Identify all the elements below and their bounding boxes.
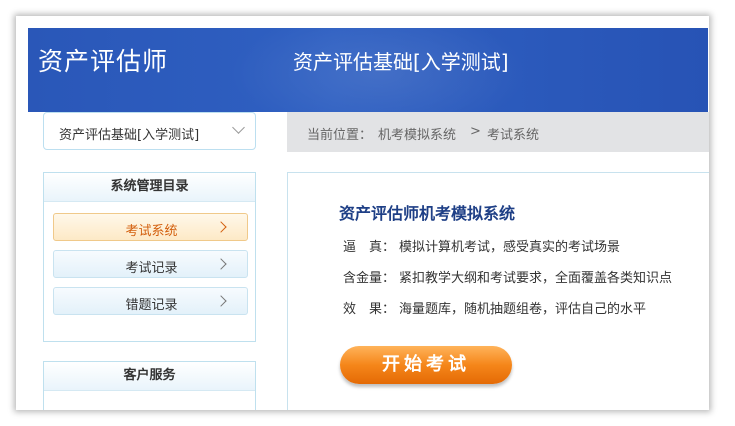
breadcrumb-item-exam-system[interactable]: 考试系统 (487, 124, 539, 143)
subject-select[interactable]: 资产评估基础[入学测试] (43, 112, 256, 150)
feature-text: 海量题库，随机抽题组卷，评估自己的水平 (399, 302, 647, 317)
sidebar-menu-panel: 系统管理目录 考试系统 考试记录 错题记录 (43, 172, 256, 342)
feature-value: 含金量： 紧扣教学大纲和考试要求，全面覆盖各类知识点 (343, 267, 672, 286)
sidebar-menu-title: 系统管理目录 (44, 173, 255, 202)
start-exam-button[interactable]: 开始考试 (340, 346, 512, 384)
subject-select-value: 资产评估基础[入学测试] (59, 128, 200, 143)
breadcrumb-prefix: 当前位置： (307, 128, 373, 143)
main-content: 资产评估师机考模拟系统 逼 真： 模拟计算机考试，感受真实的考试场景 含金量： 紧扣… (287, 172, 709, 410)
customer-service-panel: 客户服务 (43, 361, 256, 410)
header-banner: 资产评估师 资产评估基础[入学测试] (28, 28, 708, 112)
app-title: 资产评估师 (38, 47, 169, 76)
feature-realistic: 逼 真： 模拟计算机考试，感受真实的考试场景 (343, 236, 620, 255)
sidebar-item-exam-system[interactable]: 考试系统 (53, 213, 248, 241)
breadcrumb-item-mock-system[interactable]: 机考模拟系统 (378, 124, 456, 143)
breadcrumb: 当前位置： 机考模拟系统 > 考试系统 (287, 112, 709, 152)
feature-text: 模拟计算机考试，感受真实的考试场景 (399, 240, 621, 255)
sidebar-item-wrong-questions[interactable]: 错题记录 (53, 287, 248, 315)
feature-key: 效 果： (343, 302, 396, 317)
content-title: 资产评估师机考模拟系统 (339, 204, 516, 223)
feature-effect: 效 果： 海量题库，随机抽题组卷，评估自己的水平 (343, 298, 646, 317)
page-heading: 资产评估基础[入学测试] (293, 50, 509, 74)
sidebar-item-exam-records[interactable]: 考试记录 (53, 250, 248, 278)
feature-key: 含金量： (343, 271, 396, 286)
feature-key: 逼 真： (343, 240, 396, 255)
feature-text: 紧扣教学大纲和考试要求，全面覆盖各类知识点 (399, 271, 673, 286)
window-frame: 资产评估师 资产评估基础[入学测试] 资产评估基础[入学测试] 当前位置： 机考… (16, 16, 709, 410)
chevron-down-icon (232, 121, 245, 134)
customer-service-title: 客户服务 (44, 362, 255, 391)
breadcrumb-separator: > (470, 124, 481, 139)
